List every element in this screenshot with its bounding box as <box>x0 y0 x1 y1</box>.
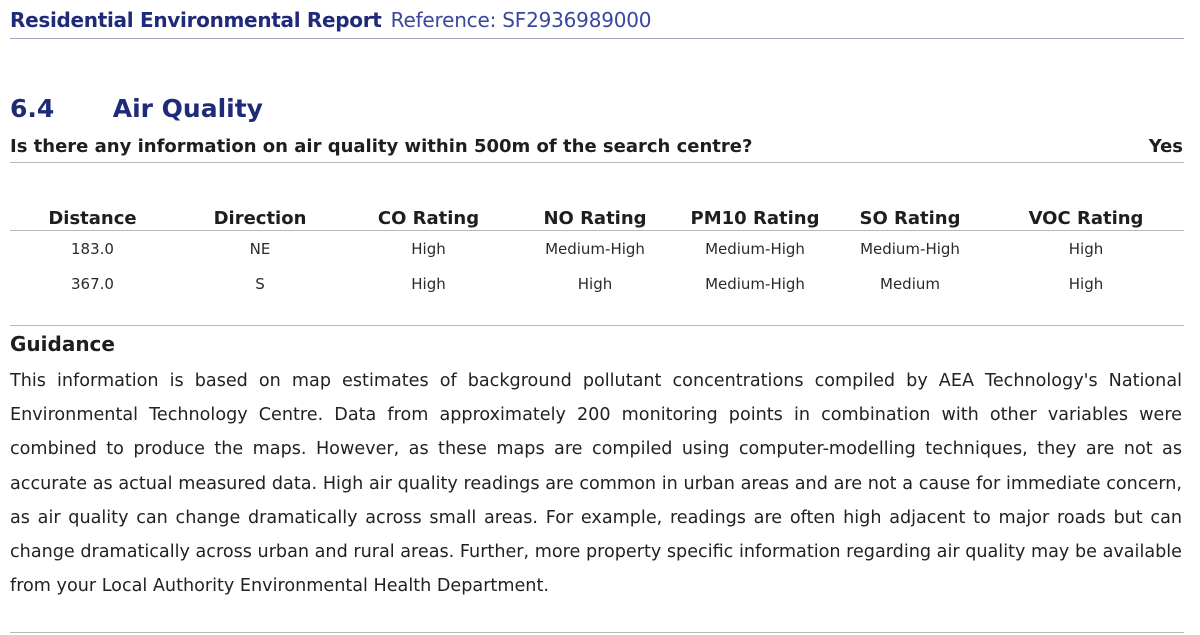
table-cell: 183.0 <box>71 239 114 258</box>
section-heading: 6.4 Air Quality <box>10 94 263 126</box>
table-row: 367.0 S High High Medium-High Medium Hig… <box>10 266 1184 301</box>
air-quality-table: Distance Direction CO Rating NO Rating P… <box>10 206 1184 301</box>
section-title: Air Quality <box>112 94 263 123</box>
report-reference: Reference: SF2936989000 <box>390 8 652 32</box>
table-cell: Medium-High <box>705 274 805 293</box>
table-cell: Medium-High <box>705 239 805 258</box>
column-header: Distance <box>10 206 175 231</box>
table-cell: Medium <box>880 274 940 293</box>
table-cell: NE <box>249 239 271 258</box>
table-cell: High <box>1068 274 1104 293</box>
column-header: SO Rating <box>832 206 988 231</box>
report-page: Residential Environmental Report Referen… <box>0 0 1200 635</box>
table-cell: Medium-High <box>545 239 645 258</box>
table-cell: High <box>411 239 446 258</box>
report-header: Residential Environmental Report Referen… <box>10 8 1184 39</box>
table-cell: High <box>411 274 446 293</box>
table-row: 183.0 NE High Medium-High Medium-High Me… <box>10 231 1184 267</box>
guidance-text: This information is based on map estimat… <box>10 371 1182 597</box>
table-cell: S <box>255 274 265 293</box>
column-header: CO Rating <box>345 206 512 231</box>
question-text: Is there any information on air quality … <box>10 136 753 157</box>
column-header: PM10 Rating <box>678 206 832 231</box>
table-cell: High <box>1068 239 1104 258</box>
section-number: 6.4 <box>10 94 55 123</box>
table-cell: 367.0 <box>71 274 114 293</box>
table-cell: Medium-High <box>860 239 960 258</box>
column-header: VOC Rating <box>988 206 1184 231</box>
question-row: Is there any information on air quality … <box>10 134 1184 163</box>
guidance-heading: Guidance <box>10 332 115 356</box>
table-header-row: Distance Direction CO Rating NO Rating P… <box>10 206 1184 231</box>
report-title: Residential Environmental Report <box>10 8 382 32</box>
divider <box>10 632 1184 633</box>
divider <box>10 325 1184 326</box>
table-cell: High <box>577 274 613 293</box>
column-header: NO Rating <box>512 206 678 231</box>
column-header: Direction <box>175 206 345 231</box>
question-answer: Yes <box>1148 136 1183 157</box>
